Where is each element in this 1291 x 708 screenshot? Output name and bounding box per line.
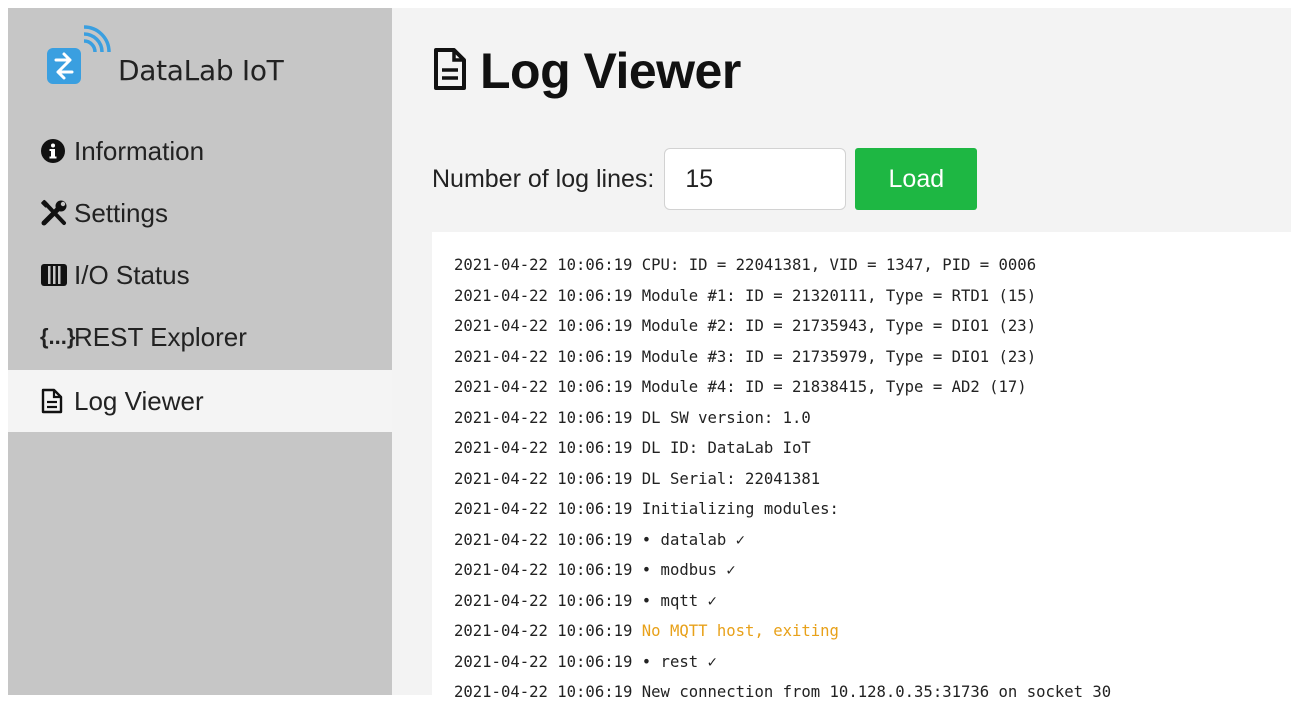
log-timestamp: 2021-04-22 10:06:19	[454, 500, 633, 518]
sidebar-item-label: I/O Status	[74, 259, 190, 290]
log-line: 2021-04-22 10:06:19 • mqtt ✓	[454, 586, 1111, 617]
log-output: 2021-04-22 10:06:19 CPU: ID = 22041381, …	[432, 232, 1291, 701]
log-line: 2021-04-22 10:06:19 DL SW version: 1.0	[454, 403, 1111, 434]
log-line: 2021-04-22 10:06:19 • rest ✓	[454, 647, 1111, 678]
log-lines-input[interactable]	[664, 148, 847, 210]
log-message: • rest ✓	[641, 652, 717, 671]
log-timestamp: 2021-04-22 10:06:19	[454, 347, 633, 366]
log-timestamp: 2021-04-22 10:06:19	[454, 469, 633, 488]
log-message: New connection from 10.128.0.35:31736 on…	[641, 683, 1112, 701]
main-content: Log Viewer Number of log lines: Load 202…	[392, 8, 1291, 701]
log-message: CPU: ID = 22041381, VID = 1347, PID = 00…	[641, 256, 1037, 274]
log-message: Module #1: ID = 21320111, Type = RTD1 (1…	[641, 286, 1037, 305]
log-message: Module #4: ID = 21838415, Type = AD2 (17…	[641, 378, 1027, 396]
log-line: 2021-04-22 10:06:19 CPU: ID = 22041381, …	[454, 250, 1111, 281]
log-timestamp: 2021-04-22 10:06:19	[454, 683, 633, 701]
log-message: • datalab ✓	[641, 530, 746, 549]
log-message: DL Serial: 22041381	[641, 469, 821, 488]
log-line: 2021-04-22 10:06:19 No MQTT host, exitin…	[454, 616, 1111, 647]
sidebar-item-label: Settings	[74, 197, 168, 228]
sidebar-nav: Information Settings I/O Status {...} RE…	[8, 120, 392, 432]
page-title: Log Viewer	[432, 42, 741, 100]
log-message: • modbus ✓	[641, 561, 736, 579]
log-message: Module #3: ID = 21735979, Type = DIO1 (2…	[641, 347, 1037, 366]
log-lines: 2021-04-22 10:06:19 CPU: ID = 22041381, …	[454, 250, 1111, 708]
brand[interactable]: DataLab IoT	[44, 24, 284, 94]
log-timestamp: 2021-04-22 10:06:19	[454, 378, 633, 396]
log-line: 2021-04-22 10:06:19 DL Serial: 22041381	[454, 464, 1111, 495]
log-line: 2021-04-22 10:06:19 • modbus ✓	[454, 555, 1111, 586]
sidebar-item-label: REST Explorer	[74, 321, 247, 352]
log-lines-label: Number of log lines:	[432, 164, 655, 193]
sidebar: DataLab IoT Information Settings I/O Sta…	[8, 8, 392, 695]
log-timestamp: 2021-04-22 10:06:19	[454, 561, 633, 579]
log-line: 2021-04-22 10:06:19 • datalab ✓	[454, 525, 1111, 556]
log-message: DL ID: DataLab IoT	[641, 439, 811, 457]
log-timestamp: 2021-04-22 10:06:19	[454, 317, 633, 335]
log-controls: Number of log lines: Load	[432, 148, 978, 210]
sidebar-item-log-viewer[interactable]: Log Viewer	[8, 370, 392, 432]
brand-title: DataLab IoT	[118, 53, 284, 87]
info-circle-icon	[40, 136, 74, 166]
log-timestamp: 2021-04-22 10:06:19	[454, 591, 633, 610]
log-timestamp: 2021-04-22 10:06:19	[454, 286, 633, 305]
log-line: 2021-04-22 10:06:19 DL ID: DataLab IoT	[454, 433, 1111, 464]
log-line: 2021-04-22 10:06:19 Initializing modules…	[454, 494, 1111, 525]
log-line: 2021-04-22 10:06:19 Module #2: ID = 2173…	[454, 311, 1111, 342]
log-timestamp: 2021-04-22 10:06:19	[454, 439, 633, 457]
log-line: 2021-04-22 10:06:19 Module #4: ID = 2183…	[454, 372, 1111, 403]
log-message: Initializing modules:	[641, 500, 839, 518]
log-line: 2021-04-22 10:06:19 New connection from …	[454, 677, 1111, 708]
document-icon	[40, 386, 74, 416]
document-icon	[432, 47, 468, 96]
log-line: 2021-04-22 10:06:19 Module #3: ID = 2173…	[454, 342, 1111, 373]
log-message: Module #2: ID = 21735943, Type = DIO1 (2…	[641, 317, 1037, 335]
io-columns-icon	[40, 260, 74, 290]
sidebar-item-label: Information	[74, 135, 205, 166]
log-line: 2021-04-22 10:06:19 Module #1: ID = 2132…	[454, 281, 1111, 312]
sidebar-item-rest-explorer[interactable]: {...} REST Explorer	[8, 306, 392, 368]
log-timestamp: 2021-04-22 10:06:19	[454, 408, 633, 427]
sidebar-item-label: Log Viewer	[74, 385, 204, 416]
log-timestamp: 2021-04-22 10:06:19	[454, 530, 633, 549]
sidebar-item-information[interactable]: Information	[8, 120, 392, 182]
datalab-wifi-logo-icon	[44, 24, 114, 94]
log-message: • mqtt ✓	[641, 591, 717, 610]
log-timestamp: 2021-04-22 10:06:19	[454, 622, 633, 640]
page-title-text: Log Viewer	[480, 43, 741, 99]
load-button[interactable]: Load	[855, 148, 978, 210]
sidebar-item-settings[interactable]: Settings	[8, 182, 392, 244]
log-message: DL SW version: 1.0	[641, 408, 811, 427]
sidebar-item-io-status[interactable]: I/O Status	[8, 244, 392, 306]
tools-icon	[40, 198, 74, 228]
log-timestamp: 2021-04-22 10:06:19	[454, 652, 633, 671]
log-message-warning: No MQTT host, exiting	[641, 622, 839, 640]
log-timestamp: 2021-04-22 10:06:19	[454, 256, 633, 274]
